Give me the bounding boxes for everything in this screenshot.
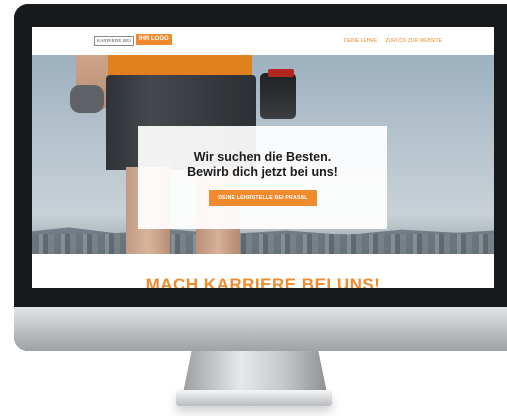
hero-background-city — [32, 234, 494, 254]
hero-worker-shirt — [108, 55, 252, 77]
hero-worker-glove — [70, 85, 104, 113]
hero-headline-line-2: Bewirb dich jetzt bei uns! — [187, 165, 338, 179]
main-nav: DEINE LEHRE ZURÜCK ZUR WEBSITE — [337, 38, 442, 44]
nav-link-back-to-website[interactable]: ZURÜCK ZUR WEBSITE — [386, 38, 442, 44]
hero-headline-line-1: Wir suchen die Besten. — [193, 150, 332, 164]
company-logo[interactable]: IHR LOGO — [136, 34, 172, 45]
hero-cta-box: Wir suchen die Besten. Bewirb dich jetzt… — [138, 126, 387, 229]
stand-neck — [183, 351, 327, 393]
imac-chin — [14, 307, 507, 351]
drill-icon — [260, 73, 296, 119]
hero-section: Wir suchen die Besten. Bewirb dich jetzt… — [32, 55, 494, 254]
hero-headline: Wir suchen die Besten. Bewirb dich jetzt… — [138, 150, 387, 180]
drill-battery — [268, 69, 294, 77]
career-logo[interactable]: KARRIERE BEI — [94, 36, 134, 46]
content-section: MACH KARRIERE BEI UNS! — [32, 254, 494, 288]
section-headline: MACH KARRIERE BEI UNS! — [145, 275, 381, 288]
apprenticeship-button[interactable]: DEINE LEHRSTELLE BEI PRASSL — [209, 190, 317, 206]
stand-foot — [176, 390, 332, 406]
nav-link-deine-lehre[interactable]: DEINE LEHRE — [344, 38, 377, 44]
site-header: KARRIERE BEI IHR LOGO DEINE LEHRE ZURÜCK… — [32, 27, 494, 55]
website-screen: KARRIERE BEI IHR LOGO DEINE LEHRE ZURÜCK… — [32, 27, 494, 288]
